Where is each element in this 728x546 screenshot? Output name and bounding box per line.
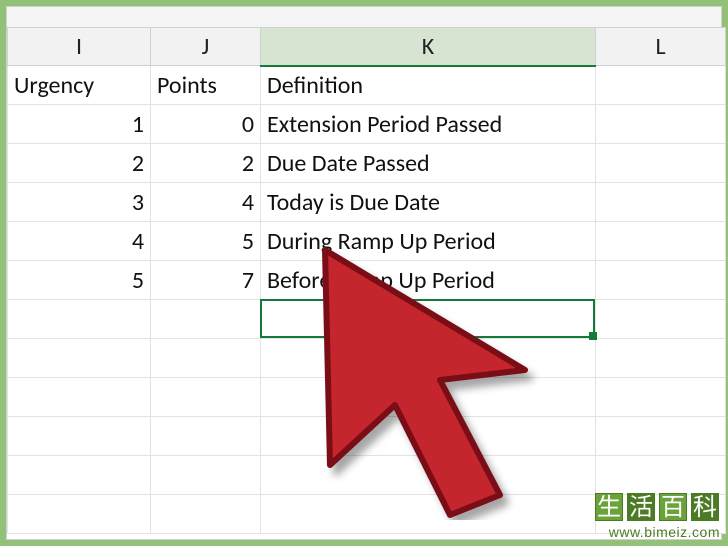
column-header-row: I J K L <box>8 28 726 66</box>
header-urgency[interactable]: Urgency <box>8 66 151 105</box>
cell-K7-selected[interactable] <box>261 300 596 339</box>
cell-L[interactable] <box>596 144 726 183</box>
table-row <box>8 339 726 378</box>
table-row: 2 2 Due Date Passed <box>8 144 726 183</box>
spreadsheet-area[interactable]: I J K L Urgency Points Definition 1 0 Ex… <box>7 27 721 539</box>
header-points[interactable]: Points <box>151 66 261 105</box>
cell-points[interactable]: 7 <box>151 261 261 300</box>
col-header-L[interactable]: L <box>596 28 726 66</box>
cell-L7[interactable] <box>596 300 726 339</box>
cell-urgency[interactable]: 2 <box>8 144 151 183</box>
cell-points[interactable]: 5 <box>151 222 261 261</box>
cell-L[interactable] <box>596 105 726 144</box>
cell-J7[interactable] <box>151 300 261 339</box>
col-header-I[interactable]: I <box>8 28 151 66</box>
grid-table: I J K L Urgency Points Definition 1 0 Ex… <box>7 27 726 534</box>
cell-points[interactable]: 2 <box>151 144 261 183</box>
cell-definition[interactable]: Due Date Passed <box>261 144 596 183</box>
header-row: Urgency Points Definition <box>8 66 726 105</box>
table-row <box>8 417 726 456</box>
cell-urgency[interactable]: 5 <box>8 261 151 300</box>
cell-definition[interactable]: Extension Period Passed <box>261 105 596 144</box>
table-row: 4 5 During Ramp Up Period <box>8 222 726 261</box>
table-row: 3 4 Today is Due Date <box>8 183 726 222</box>
cell-urgency[interactable]: 3 <box>8 183 151 222</box>
table-row <box>8 456 726 495</box>
cell-urgency[interactable]: 1 <box>8 105 151 144</box>
cell-definition[interactable]: During Ramp Up Period <box>261 222 596 261</box>
table-row <box>8 495 726 534</box>
table-row: 5 7 Before Ramp Up Period <box>8 261 726 300</box>
table-row <box>8 378 726 417</box>
cell-points[interactable]: 4 <box>151 183 261 222</box>
cell-definition[interactable]: Before Ramp Up Period <box>261 261 596 300</box>
cell-definition[interactable]: Today is Due Date <box>261 183 596 222</box>
spreadsheet-window: I J K L Urgency Points Definition 1 0 Ex… <box>6 6 722 540</box>
cell-I7[interactable] <box>8 300 151 339</box>
cell-urgency[interactable]: 4 <box>8 222 151 261</box>
header-definition[interactable]: Definition <box>261 66 596 105</box>
col-header-K[interactable]: K <box>261 28 596 66</box>
cell-points[interactable]: 0 <box>151 105 261 144</box>
cell-L[interactable] <box>596 261 726 300</box>
cell-L1[interactable] <box>596 66 726 105</box>
cell-L[interactable] <box>596 222 726 261</box>
table-row: 1 0 Extension Period Passed <box>8 105 726 144</box>
cell-L[interactable] <box>596 183 726 222</box>
col-header-J[interactable]: J <box>151 28 261 66</box>
table-row <box>8 300 726 339</box>
